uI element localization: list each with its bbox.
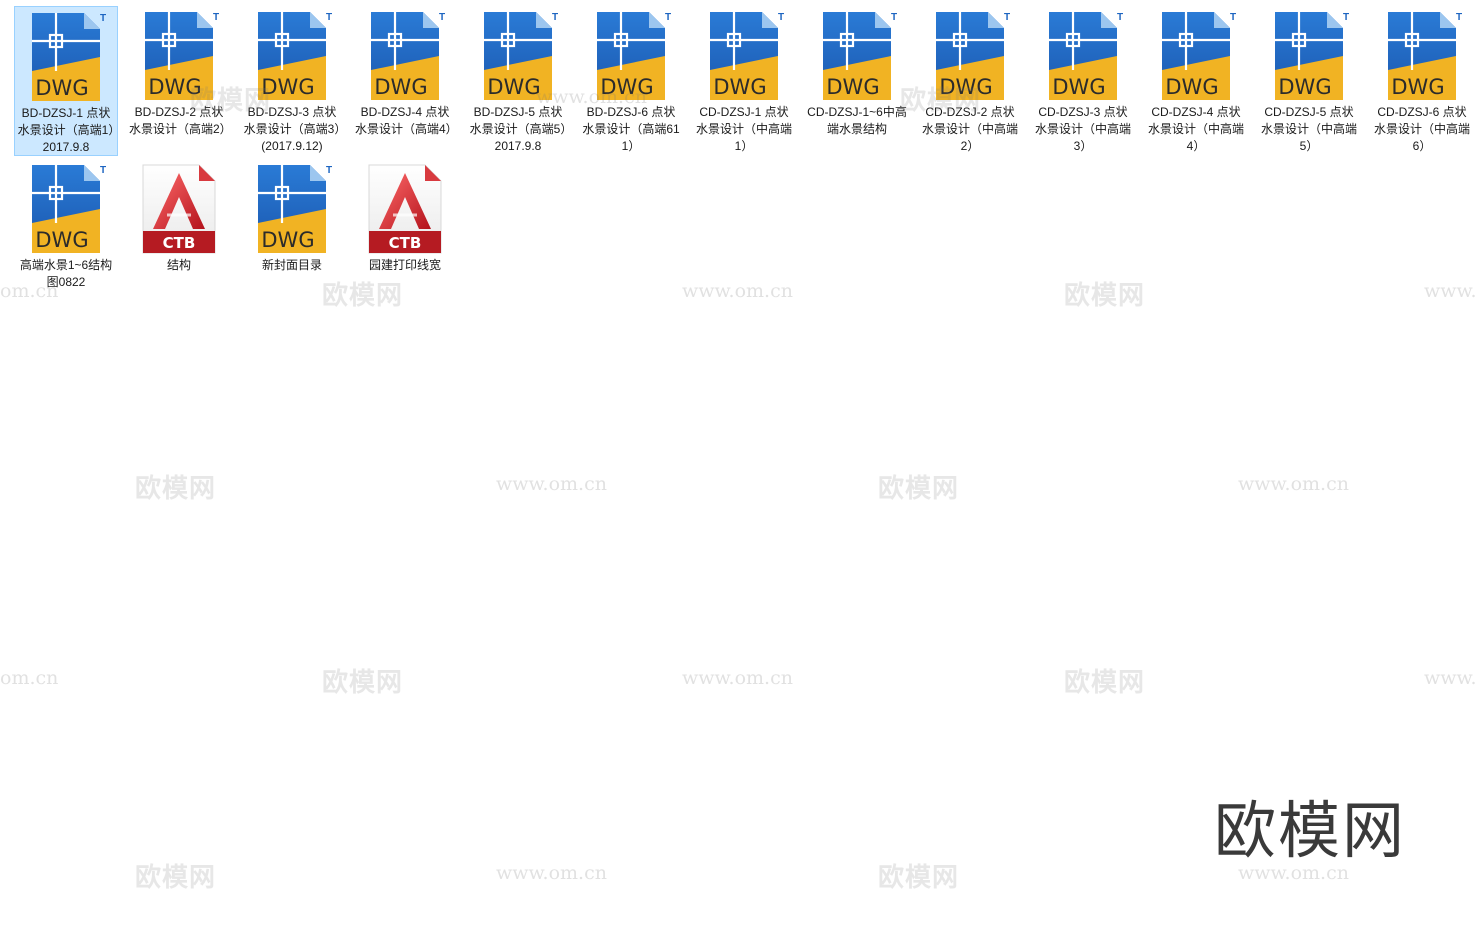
file-item[interactable]: TM DWG CD-DZSJ-4 点状水景设计（中高端4）	[1144, 6, 1248, 156]
file-name: CD-DZSJ-2 点状水景设计（中高端2）	[921, 105, 1018, 153]
dwg-file-icon: TM DWG	[1382, 10, 1462, 102]
svg-text:CTB: CTB	[389, 234, 422, 252]
file-item[interactable]: TM DWG CD-DZSJ-1 点状水景设计（中高端1）	[692, 6, 796, 156]
file-name: BD-DZSJ-2 点状水景设计（高端2）	[129, 105, 232, 136]
ctb-file-icon: CTB	[365, 163, 445, 255]
file-item[interactable]: TM DWG 高端水景1~6结构图0822	[14, 159, 118, 309]
dwg-file-icon: TM DWG	[704, 10, 784, 102]
svg-text:TM: TM	[1230, 12, 1236, 23]
dwg-file-icon: TM DWG	[139, 10, 219, 102]
svg-text:TM: TM	[100, 165, 106, 176]
dwg-file-icon: TM DWG	[1156, 10, 1236, 102]
svg-text:TM: TM	[552, 12, 558, 23]
file-name: CD-DZSJ-3 点状水景设计（中高端3）	[1034, 105, 1131, 153]
svg-text:TM: TM	[1456, 12, 1462, 23]
file-item[interactable]: TM DWG CD-DZSJ-3 点状水景设计（中高端3）	[1031, 6, 1135, 156]
file-name: CD-DZSJ-1 点状水景设计（中高端1）	[695, 105, 792, 153]
file-name: CD-DZSJ-5 点状水景设计（中高端5）	[1260, 105, 1357, 153]
svg-text:DWG: DWG	[148, 75, 201, 99]
svg-text:DWG: DWG	[1278, 75, 1331, 99]
ctb-file-icon: CTB	[139, 163, 219, 255]
svg-text:DWG: DWG	[1165, 75, 1218, 99]
svg-text:CTB: CTB	[163, 234, 196, 252]
file-item[interactable]: TM DWG CD-DZSJ-6 点状水景设计（中高端6）	[1370, 6, 1474, 156]
dwg-file-icon: TM DWG	[817, 10, 897, 102]
dwg-file-icon: TM DWG	[1269, 10, 1349, 102]
svg-text:TM: TM	[213, 12, 219, 23]
file-item[interactable]: TM DWG BD-DZSJ-6 点状水景设计（高端611）	[579, 6, 683, 156]
file-name: 结构	[166, 258, 191, 272]
file-item[interactable]: TM DWG CD-DZSJ-1~6中高端水景结构	[805, 6, 909, 156]
dwg-file-icon: TM DWG	[930, 10, 1010, 102]
file-item[interactable]: TM DWG CD-DZSJ-5 点状水景设计（中高端5）	[1257, 6, 1361, 156]
svg-text:DWG: DWG	[261, 228, 314, 252]
file-item[interactable]: TM DWG BD-DZSJ-3 点状水景设计（高端3）(2017.9.12)	[240, 6, 344, 156]
file-name: BD-DZSJ-6 点状水景设计（高端611）	[582, 105, 680, 153]
svg-text:DWG: DWG	[600, 75, 653, 99]
file-item[interactable]: CTB 结构	[127, 159, 231, 309]
file-name: CD-DZSJ-1~6中高端水景结构	[807, 105, 907, 136]
svg-text:DWG: DWG	[261, 75, 314, 99]
file-name: CD-DZSJ-6 点状水景设计（中高端6）	[1373, 105, 1470, 153]
svg-text:TM: TM	[439, 12, 445, 23]
svg-text:DWG: DWG	[1052, 75, 1105, 99]
file-item[interactable]: TM DWG BD-DZSJ-2 点状水景设计（高端2）	[127, 6, 232, 156]
svg-text:TM: TM	[778, 12, 784, 23]
svg-text:DWG: DWG	[939, 75, 992, 99]
file-item[interactable]: CTB 园建打印线宽	[353, 159, 457, 309]
dwg-file-icon: TM DWG	[252, 10, 332, 102]
file-grid: TM DWG BD-DZSJ-1 点状水景设计（高端1）2017.9.8 TM …	[0, 0, 1483, 934]
svg-text:TM: TM	[1004, 12, 1010, 23]
file-item[interactable]: TM DWG 新封面目录	[240, 159, 344, 309]
dwg-file-icon: TM DWG	[26, 11, 106, 103]
file-name: 高端水景1~6结构图0822	[19, 258, 113, 289]
svg-text:TM: TM	[100, 13, 106, 24]
file-item[interactable]: TM DWG BD-DZSJ-4 点状水景设计（高端4）	[353, 6, 458, 156]
dwg-file-icon: TM DWG	[252, 163, 332, 255]
dwg-file-icon: TM DWG	[478, 10, 558, 102]
svg-text:TM: TM	[891, 12, 897, 23]
svg-text:TM: TM	[1343, 12, 1349, 23]
dwg-file-icon: TM DWG	[1043, 10, 1123, 102]
file-item[interactable]: TM DWG BD-DZSJ-1 点状水景设计（高端1）2017.9.8	[14, 6, 118, 156]
file-name: BD-DZSJ-3 点状水景设计（高端3）(2017.9.12)	[243, 105, 341, 153]
svg-text:DWG: DWG	[35, 76, 88, 100]
file-name: 园建打印线宽	[368, 258, 441, 272]
svg-text:DWG: DWG	[487, 75, 540, 99]
file-name: 新封面目录	[261, 258, 322, 272]
file-item[interactable]: TM DWG CD-DZSJ-2 点状水景设计（中高端2）	[918, 6, 1022, 156]
file-name: BD-DZSJ-4 点状水景设计（高端4）	[355, 105, 458, 136]
dwg-file-icon: TM DWG	[26, 163, 106, 255]
svg-text:DWG: DWG	[374, 75, 427, 99]
svg-text:TM: TM	[326, 165, 332, 176]
dwg-file-icon: TM DWG	[591, 10, 671, 102]
svg-text:DWG: DWG	[35, 228, 88, 252]
svg-text:TM: TM	[665, 12, 671, 23]
file-name: BD-DZSJ-1 点状水景设计（高端1）2017.9.8	[17, 106, 115, 154]
dwg-file-icon: TM DWG	[365, 10, 445, 102]
file-name: BD-DZSJ-5 点状水景设计（高端5）2017.9.8	[469, 105, 567, 153]
svg-text:TM: TM	[326, 12, 332, 23]
svg-text:TM: TM	[1117, 12, 1123, 23]
svg-text:DWG: DWG	[1391, 75, 1444, 99]
file-name: CD-DZSJ-4 点状水景设计（中高端4）	[1147, 105, 1244, 153]
svg-text:DWG: DWG	[826, 75, 879, 99]
file-item[interactable]: TM DWG BD-DZSJ-5 点状水景设计（高端5）2017.9.8	[466, 6, 570, 156]
svg-text:DWG: DWG	[713, 75, 766, 99]
